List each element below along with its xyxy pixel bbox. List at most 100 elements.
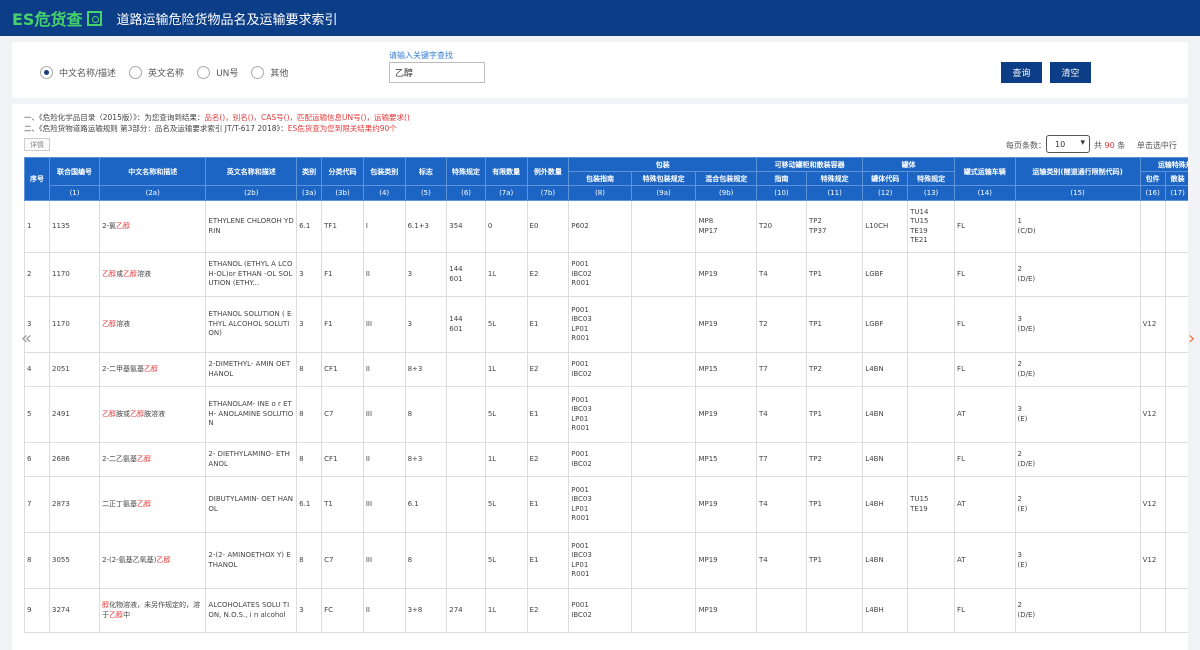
- cell-package: [1139, 352, 1166, 387]
- cell-limited-qty: 5L: [484, 296, 528, 353]
- cell-pack-group: II: [362, 442, 406, 477]
- cell-un: 3274: [49, 588, 101, 633]
- cell-package: V12: [1139, 532, 1166, 589]
- clear-button[interactable]: 清空: [1050, 62, 1091, 83]
- results-table-container[interactable]: 序号 联合国编号 中文名称和描述 英文名称和描述 类别 分类代码 包装类别 标志…: [24, 157, 1188, 650]
- cell-tank-vehicle: AT: [954, 386, 1016, 443]
- search-mode-group: 中文名称/描述 英文名称 UN号 其他: [40, 66, 301, 79]
- total-prefix: 共: [1094, 141, 1102, 150]
- table-row[interactable]: 1 1135 2-氯乙醇 ETHYLENE CHLOROH YDRIN 6.1 TF1 I 6…: [24, 200, 1188, 253]
- cell-un: 3055: [49, 532, 101, 589]
- radio-en-name[interactable]: 英文名称: [129, 66, 184, 79]
- cell-tank-code: LGBF: [862, 252, 909, 297]
- cell-limited-qty: 5L: [484, 386, 528, 443]
- cell-tank-instruction: T2: [755, 296, 808, 353]
- cell-special: [446, 532, 486, 589]
- cell-special-pack: [630, 386, 697, 443]
- cell-label: 3+8: [404, 588, 448, 633]
- cell-line: IBC02: [571, 459, 592, 468]
- app-header: ES危货查 道路运输危险货物品名及运输要求索引: [0, 0, 1200, 36]
- radio-dot-icon: [251, 66, 265, 79]
- cell-tank-special-2: [907, 532, 956, 589]
- table-header: 序号 联合国编号 中文名称和描述 英文名称和描述 类别 分类代码 包装类别 标志…: [24, 157, 1188, 201]
- scroll-left-icon[interactable]: «: [21, 328, 32, 349]
- cell-en-name: DIBUTYLAMIN- OET HANOL: [205, 476, 298, 533]
- cell-special: [446, 476, 486, 533]
- cell-transport-category: 3 (D/E): [1014, 296, 1141, 353]
- cell-un: 1135: [49, 200, 101, 253]
- name-text: 2-氯: [102, 221, 117, 230]
- cell-pack-group: III: [362, 296, 406, 353]
- cell-class-code: T1: [321, 476, 364, 533]
- col-index-label: (14): [954, 185, 1016, 201]
- name-text: 2-(2-氨基乙氧基): [102, 555, 157, 564]
- table-row[interactable]: 5 2491 乙醇胺或乙醇胺溶液 ETHANOLAM- INE o r ETH- AN…: [24, 386, 1188, 443]
- cell-limited-qty: 1L: [484, 252, 528, 297]
- radio-un-number[interactable]: UN号: [197, 66, 238, 79]
- table-row[interactable]: 7 2873 二正丁氨基乙醇 DIBUTYLAMIN- OET HANOL 6.1 T1 I…: [24, 476, 1188, 533]
- query-button[interactable]: 查询: [1001, 62, 1042, 83]
- cell-un: 2686: [49, 442, 101, 477]
- table-row[interactable]: 9 3274 醇化物溶液，未另作规定的，溶于乙醇中 ALCOHOLATES SOLU …: [24, 588, 1188, 633]
- name-text: 中: [123, 610, 131, 619]
- cell-transport-category: 3 (E): [1014, 386, 1141, 443]
- cell-line: (D/E): [1017, 274, 1036, 283]
- cell-line: R001: [571, 279, 590, 288]
- cell-line: (D/E): [1017, 459, 1036, 468]
- cell-line: IBC02: [571, 369, 592, 378]
- cell-no: 5: [24, 386, 51, 443]
- cell-excepted-qty: E1: [526, 476, 570, 533]
- cell-class-code: F1: [321, 296, 364, 353]
- table-row[interactable]: 3 1170 乙醇溶液 ETHANOL SOLUTION ( ETHYL ALCOHO…: [24, 296, 1188, 353]
- col-group-portable-tank: 可移动罐柜和散装容器: [755, 157, 864, 172]
- cell-pack-instruction: P001 IBC03 LP01 R001: [568, 532, 632, 589]
- col-limited-qty: 有限数量: [484, 157, 528, 186]
- table-row[interactable]: 8 3055 2-(2-氨基乙氧基)乙醇 2-(2- AMINOETHOX Y) ET…: [24, 532, 1188, 589]
- cell-special-pack: [630, 588, 697, 633]
- cell-special-pack: [630, 352, 697, 387]
- cell-line: 2: [1017, 265, 1022, 273]
- cell-special: 274: [446, 588, 486, 633]
- cell-special: 144 601: [446, 252, 486, 297]
- keyword-highlight: 乙醇: [109, 610, 124, 619]
- col-index-label: (1): [49, 185, 101, 201]
- cell-class-code: CF1: [321, 442, 364, 477]
- cell-cn-name: 二正丁氨基乙醇: [99, 476, 207, 533]
- table-row[interactable]: 4 2051 2-二甲基氨基乙醇 2-DIMETHYL- AMIN OETHANOL 8…: [24, 352, 1188, 387]
- cell-tank-code: L10CH: [862, 200, 909, 253]
- col-index-label: (8): [568, 185, 632, 201]
- cell-label: 8: [404, 386, 448, 443]
- col-group-packaging: 包装: [568, 157, 757, 172]
- keyword-input[interactable]: [389, 62, 485, 83]
- cell-tank-special: TP1: [805, 296, 864, 353]
- cell-limited-qty: 5L: [484, 476, 528, 533]
- keyword-highlight: 乙醇: [137, 499, 152, 508]
- cell-special-pack: [630, 200, 697, 253]
- cell-tank-vehicle: FL: [954, 352, 1016, 387]
- col-tank-vehicle: 罐式运输车辆: [954, 157, 1016, 186]
- name-text: 或: [116, 269, 124, 278]
- cell-no: 1: [24, 200, 51, 253]
- detail-button[interactable]: 详情: [24, 138, 50, 151]
- col-index-label: (9b): [695, 185, 757, 201]
- scroll-right-icon[interactable]: ›: [1188, 328, 1195, 349]
- cell-special: [446, 352, 486, 387]
- radio-cn-name[interactable]: 中文名称/描述: [40, 66, 116, 79]
- cell-mixed-pack: MP19: [695, 476, 757, 533]
- cell-class: 8: [296, 386, 323, 443]
- col-index-label: (3a): [296, 185, 323, 201]
- radio-other[interactable]: 其他: [251, 66, 288, 79]
- app-logo[interactable]: ES危货查: [12, 6, 103, 30]
- cell-tank-special: TP1: [805, 476, 864, 533]
- cell-tank-vehicle: FL: [954, 252, 1016, 297]
- cell-label: 6.1: [404, 476, 448, 533]
- col-index-label: (2a): [99, 185, 207, 201]
- table-row[interactable]: 6 2686 2-二乙氨基乙醇 2- DIETHYLAMINO- ETHANOL 8 CF…: [24, 442, 1188, 477]
- cell-label: 6.1+3: [404, 200, 448, 253]
- cell-tank-code: L4BH: [862, 476, 909, 533]
- table-row[interactable]: 2 1170 乙醇或乙醇溶液 ETHANOL (ETHYL A LCOH-OL)or …: [24, 252, 1188, 297]
- cell-line: (E): [1017, 504, 1028, 513]
- cell-tank-special-2: TU15 TE19: [907, 476, 956, 533]
- page-size-select[interactable]: 10: [1046, 135, 1090, 153]
- col-index-label: (10): [755, 185, 808, 201]
